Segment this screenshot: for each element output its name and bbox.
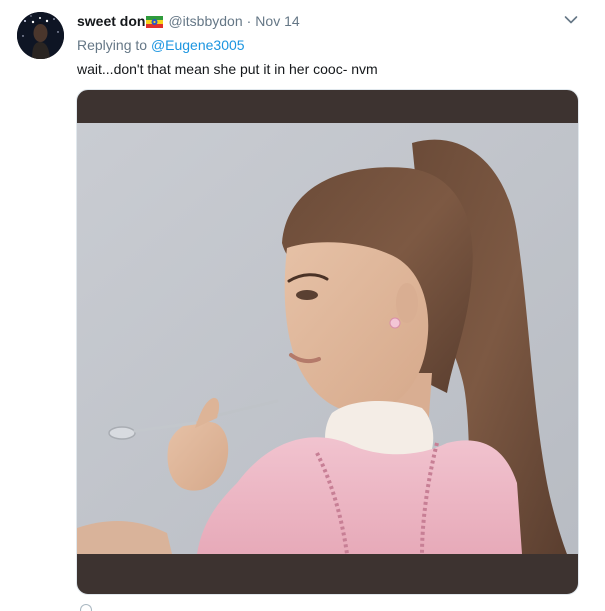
reply-context: Replying to @Eugene3005 [77,37,245,53]
avatar-image [17,12,64,59]
media-attachment[interactable] [76,89,579,595]
reply-action-icon[interactable] [80,604,92,611]
tweet-card[interactable]: sweet don @itsbbydon · Nov 14 Replying t… [0,0,605,611]
tweet-header: sweet don @itsbbydon · Nov 14 [77,11,565,31]
avatar[interactable] [17,12,64,59]
reply-prefix: Replying to [77,37,148,53]
chevron-down-icon[interactable] [564,15,578,25]
separator-dot: · [246,13,252,29]
ethiopia-flag-icon [146,16,164,28]
tweet-date[interactable]: Nov 14 [255,13,299,29]
attached-photo [77,123,578,554]
tweet-text: wait...don't that mean she put it in her… [77,61,378,77]
user-handle[interactable]: @itsbbydon [168,13,242,29]
reply-to-link[interactable]: @Eugene3005 [151,37,245,53]
display-name[interactable]: sweet don [77,13,145,29]
